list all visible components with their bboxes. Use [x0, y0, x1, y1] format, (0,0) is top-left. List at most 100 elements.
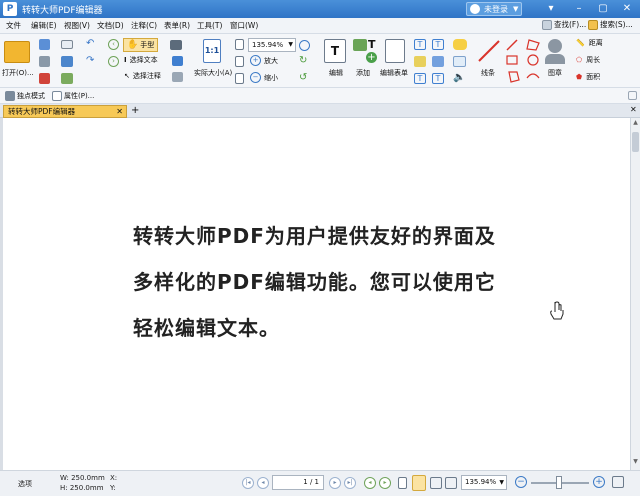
menu-window[interactable]: 窗口(W)	[230, 20, 258, 31]
email-icon[interactable]	[61, 40, 73, 49]
add-icon[interactable]: +	[366, 52, 377, 63]
actual-size-icon[interactable]: 1:1	[203, 39, 221, 63]
single-page-icon[interactable]	[398, 477, 407, 489]
edit-form-label[interactable]: 编辑表单	[380, 68, 408, 78]
save-icon[interactable]	[39, 39, 50, 50]
scroll-down-icon[interactable]: ▼	[631, 458, 640, 468]
back-icon[interactable]: ‹	[108, 39, 119, 50]
area-button[interactable]: ⬟ 面积	[576, 72, 600, 82]
first-page-button[interactable]: |◂	[242, 477, 254, 489]
document-tab[interactable]: 转转大师PDF编辑器 ✕	[3, 105, 127, 118]
back-view-button[interactable]: ◂	[364, 477, 376, 489]
close-tab-icon[interactable]: ✕	[116, 106, 123, 117]
actual-size-label[interactable]: 实际大小(A)	[194, 68, 232, 78]
print-icon[interactable]	[39, 56, 50, 67]
underline-icon[interactable]	[432, 56, 444, 67]
callout-icon[interactable]: T	[432, 39, 444, 50]
fit-page-icon[interactable]	[235, 56, 244, 67]
close-button[interactable]: ✕	[616, 1, 638, 17]
document-text-line[interactable]: 转转大师PDF为用户提供友好的界面及	[133, 220, 496, 249]
typewriter-icon[interactable]	[172, 56, 183, 66]
distance-button[interactable]: 📏 距离	[576, 38, 603, 48]
prev-page-button[interactable]: ◂	[257, 477, 269, 489]
snapshot-mode-button[interactable]: 独点模式	[5, 91, 45, 101]
image-icon[interactable]	[353, 39, 367, 51]
menu-document[interactable]: 文档(D)	[97, 20, 124, 31]
page-icon[interactable]	[235, 39, 244, 50]
add-tab-button[interactable]: +	[131, 105, 139, 116]
menu-file[interactable]: 文件	[6, 20, 21, 31]
scroll-thumb[interactable]	[632, 132, 639, 152]
comment-icon[interactable]	[453, 39, 467, 50]
open-folder-icon[interactable]	[4, 41, 30, 63]
fullscreen-icon[interactable]	[612, 476, 624, 488]
document-text-line[interactable]: 轻松编辑文本。	[133, 312, 280, 341]
export-icon[interactable]	[61, 73, 73, 84]
menu-edit[interactable]: 编辑(E)	[31, 20, 57, 31]
select-text-button[interactable]: I 选择文本	[124, 55, 158, 65]
highlight-icon[interactable]	[414, 56, 426, 67]
edit-label[interactable]: 编辑	[329, 68, 343, 78]
account-button[interactable]: 未登录 ▼	[466, 2, 522, 16]
menu-comment[interactable]: 注释(C)	[131, 20, 157, 31]
status-zoom-select[interactable]: 135.94% ▼	[461, 475, 507, 490]
next-page-button[interactable]: ▸	[329, 477, 341, 489]
close-all-icon[interactable]: ✕	[630, 105, 637, 114]
line-tool-icon[interactable]	[476, 38, 502, 64]
panel-toggle-icon[interactable]	[628, 91, 637, 100]
menu-tools[interactable]: 工具(T)	[197, 20, 222, 31]
scroll-up-icon[interactable]: ▲	[631, 119, 640, 129]
forward-view-button[interactable]: ▸	[379, 477, 391, 489]
rotate-back-icon[interactable]: ↺	[299, 73, 310, 84]
stamp-icon[interactable]	[548, 39, 562, 53]
snapshot-icon[interactable]	[170, 40, 182, 50]
ribbon-toggle-icon[interactable]: ▾	[540, 1, 562, 17]
menu-view[interactable]: 视图(V)	[64, 20, 90, 31]
line-label[interactable]: 线条	[481, 68, 495, 78]
search-button[interactable]: 搜索(S)...	[588, 19, 633, 30]
vertical-scrollbar[interactable]: ▲ ▼	[630, 118, 640, 470]
last-page-button[interactable]: ▸|	[344, 477, 356, 489]
text-box-icon[interactable]: T	[414, 39, 426, 50]
redo-icon[interactable]: ↷	[86, 56, 98, 67]
zoom-in-button[interactable]: + 放大	[250, 55, 278, 66]
stamp-label[interactable]: 图章	[548, 68, 562, 78]
crop-icon[interactable]	[172, 72, 183, 82]
add-label[interactable]: 添加	[356, 68, 370, 78]
facing-page-icon[interactable]	[430, 477, 442, 489]
add-text-icon[interactable]: T	[368, 38, 376, 51]
sound-icon[interactable]: 🔈	[453, 73, 466, 84]
scan-icon[interactable]	[61, 56, 73, 67]
magnifier-icon[interactable]	[299, 40, 310, 51]
continuous-page-icon[interactable]	[412, 475, 426, 491]
convert-icon[interactable]	[39, 73, 50, 84]
strikeout-icon[interactable]: T	[414, 73, 426, 84]
find-button[interactable]: 查找(F)...	[542, 19, 586, 30]
rotate-icon[interactable]: ↻	[299, 56, 310, 67]
open-label[interactable]: 打开(O)...	[2, 68, 34, 78]
undo-icon[interactable]: ↶	[86, 39, 98, 50]
zoom-out-icon[interactable]: −	[515, 476, 527, 488]
page-number-input[interactable]: 1 / 1	[272, 475, 324, 490]
continuous-facing-icon[interactable]	[445, 477, 457, 489]
properties-button[interactable]: 属性(P)...	[52, 91, 94, 101]
zoom-in-icon[interactable]: +	[593, 476, 605, 488]
hand-tool-button[interactable]: ✋ 手型	[123, 38, 159, 52]
select-annotation-button[interactable]: ↖ 选择注释	[124, 71, 161, 81]
replace-text-icon[interactable]: T	[432, 73, 444, 84]
perimeter-button[interactable]: ⬠ 周长	[576, 55, 600, 65]
zoom-select[interactable]: 135.94% ▼	[248, 38, 296, 52]
attach-icon[interactable]	[453, 56, 466, 67]
maximize-button[interactable]: ▢	[592, 1, 614, 17]
options-button[interactable]: 选项	[18, 479, 32, 489]
document-canvas[interactable]: 转转大师PDF为用户提供友好的界面及 多样化的PDF编辑功能。您可以使用它 轻松…	[0, 118, 630, 470]
document-text-line[interactable]: 多样化的PDF编辑功能。您可以使用它	[133, 266, 496, 295]
zoom-out-button[interactable]: − 缩小	[250, 72, 278, 83]
minimize-button[interactable]: –	[568, 1, 590, 17]
menu-form[interactable]: 表单(R)	[164, 20, 190, 31]
zoom-slider-knob[interactable]	[556, 476, 562, 489]
forward-icon[interactable]: ›	[108, 56, 119, 67]
form-edit-icon[interactable]	[385, 39, 405, 63]
edit-text-icon[interactable]: T	[324, 39, 346, 63]
fit-width-icon[interactable]	[235, 73, 244, 84]
